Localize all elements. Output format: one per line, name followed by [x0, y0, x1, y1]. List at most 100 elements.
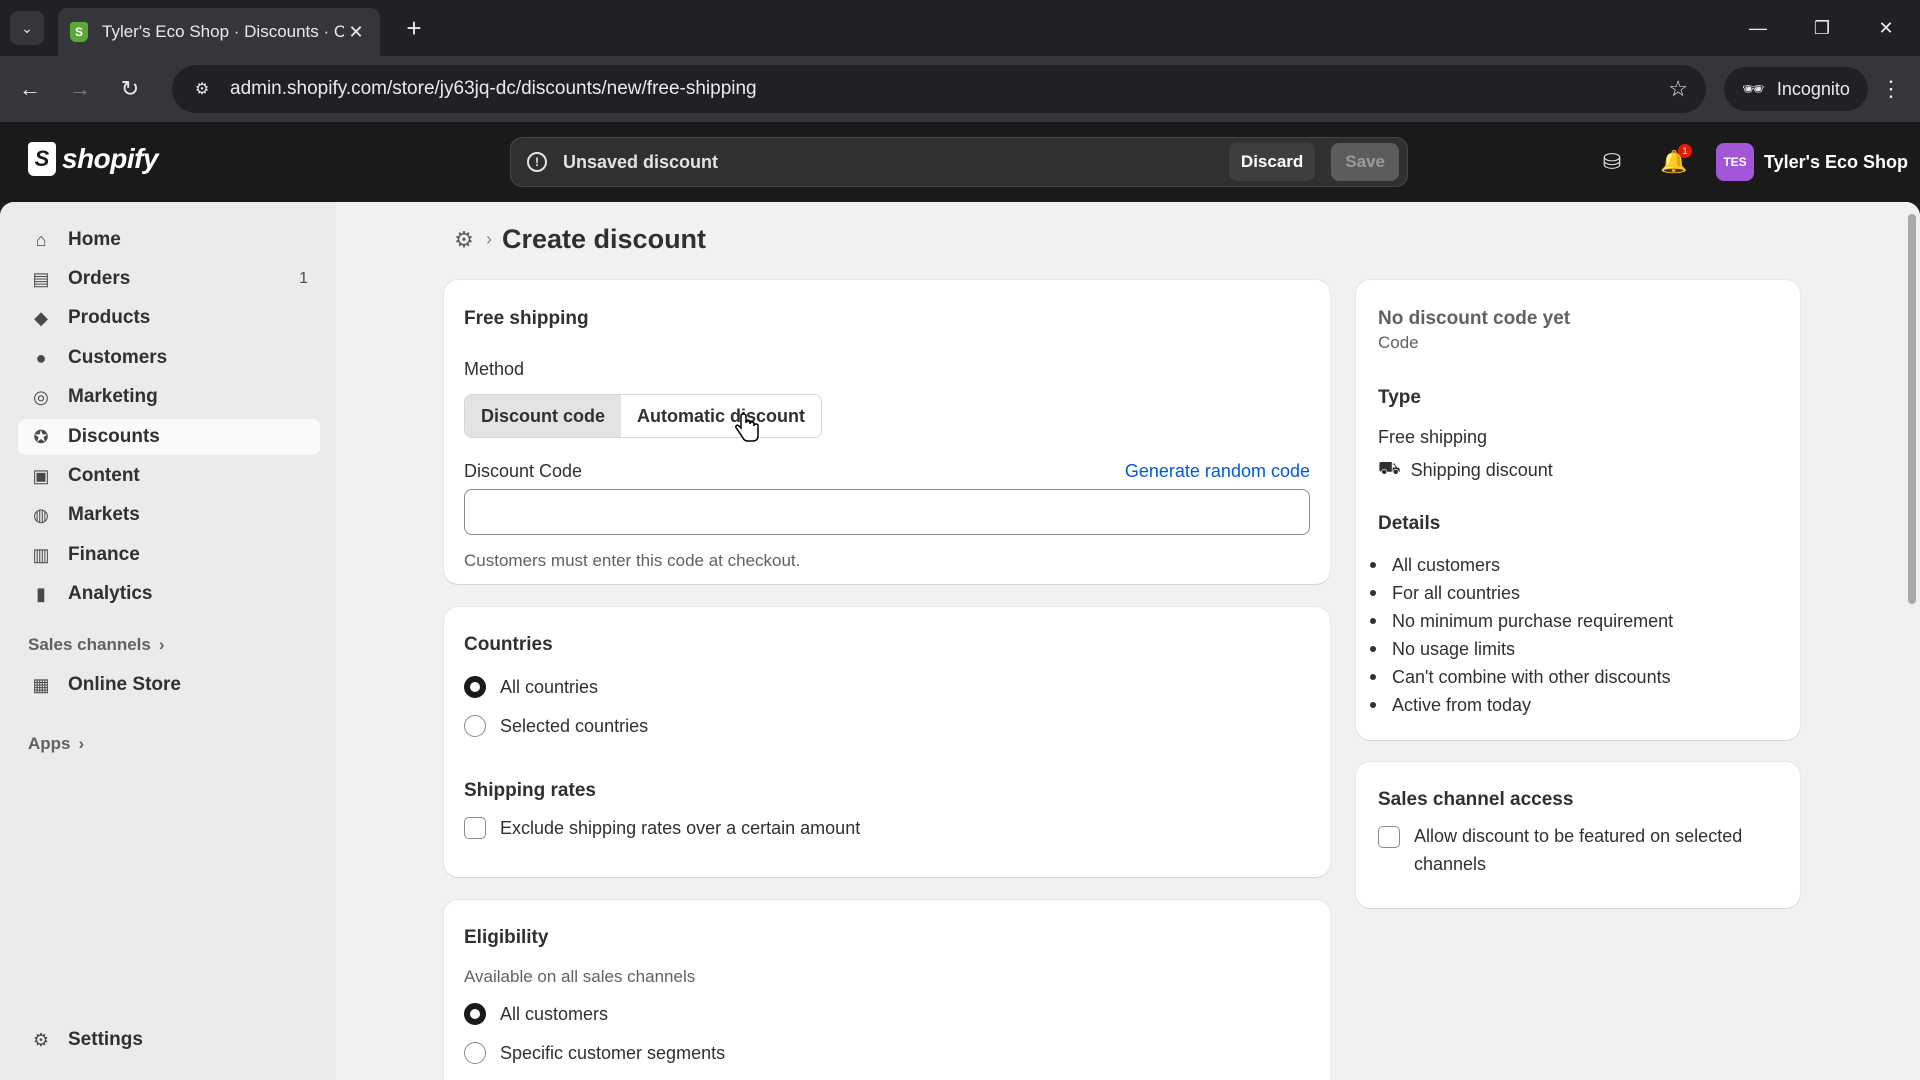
sidekick-icon[interactable]: ⛁	[1594, 144, 1630, 180]
tab-close-icon[interactable]: ✕	[344, 22, 368, 43]
exclude-shipping-rates-checkbox[interactable]	[464, 817, 486, 839]
minimize-icon[interactable]: —	[1736, 10, 1780, 46]
sidebar-item-finance[interactable]: ▥ Finance	[18, 537, 320, 573]
sidebar-item-analytics[interactable]: ▮ Analytics	[18, 576, 320, 612]
type-detail-row: ⛟ Shipping discount	[1378, 458, 1553, 482]
save-button[interactable]: Save	[1331, 143, 1399, 181]
details-title: Details	[1378, 513, 1441, 534]
sidebar-item-label: Customers	[68, 347, 168, 368]
all-countries-radio[interactable]	[464, 676, 486, 698]
eligibility-card: Eligibility Available on all sales chann…	[444, 900, 1330, 1080]
specific-segments-radio[interactable]	[464, 1042, 486, 1064]
sidebar-item-settings[interactable]: ⚙ Settings	[18, 1022, 320, 1058]
exclude-shipping-rates-row[interactable]: Exclude shipping rates over a certain am…	[464, 817, 860, 839]
sidebar-item-markets[interactable]: ◍ Markets	[18, 497, 320, 533]
summary-card: No discount code yet Code Type Free ship…	[1356, 280, 1800, 740]
code-subtitle: Code	[1378, 333, 1419, 352]
featured-channels-row[interactable]: Allow discount to be featured on selecte…	[1378, 825, 1742, 878]
globe-icon: ◍	[33, 504, 49, 525]
sidebar-item-marketing[interactable]: ◎ Marketing	[18, 379, 320, 415]
sidebar-item-customers[interactable]: ● Customers	[18, 340, 320, 376]
featured-channels-checkbox[interactable]	[1378, 826, 1400, 848]
restore-icon[interactable]: ❐	[1800, 10, 1844, 46]
all-countries-radio-row[interactable]: All countries	[464, 676, 598, 698]
sales-channel-access-title: Sales channel access	[1378, 789, 1574, 810]
sidebar-item-label: Online Store	[68, 674, 181, 695]
sidebar-item-label: Orders	[68, 268, 131, 289]
url-text[interactable]: admin.shopify.com/store/jy63jq-dc/discou…	[230, 78, 1668, 100]
avatar: TES	[1716, 143, 1754, 181]
card-title: Free shipping	[464, 308, 589, 329]
truck-icon: ⛟	[1378, 458, 1401, 478]
bookmark-star-icon[interactable]: ☆	[1668, 76, 1688, 102]
store-menu[interactable]: TES Tyler's Eco Shop	[1716, 143, 1908, 181]
selected-countries-radio-row[interactable]: Selected countries	[464, 715, 648, 737]
sidebar-item-orders[interactable]: ▤ Orders 1	[18, 261, 320, 297]
list-item: Active from today	[1392, 691, 1673, 719]
tab-search-icon[interactable]: ⌄	[10, 11, 44, 45]
sales-channels-label: Sales channels	[28, 635, 151, 654]
all-customers-radio-row[interactable]: All customers	[464, 1003, 608, 1025]
radio-label: Selected countries	[500, 715, 649, 736]
omnibox[interactable]: ⚙ admin.shopify.com/store/jy63jq-dc/disc…	[172, 65, 1706, 113]
shopify-logo[interactable]: S shopify	[28, 142, 159, 176]
shopify-bag-icon: S	[28, 142, 56, 176]
checkbox-label: Allow discount to be featured on selecte…	[1414, 822, 1742, 878]
reload-icon[interactable]: ↻	[112, 71, 148, 107]
apps-heading[interactable]: Apps ›	[28, 734, 84, 754]
sidebar-item-products[interactable]: ◆ Products	[18, 300, 320, 336]
contextual-save-bar: ! Unsaved discount Discard Save	[510, 137, 1408, 187]
target-icon: ◎	[33, 386, 49, 407]
sales-channel-access-card: Sales channel access Allow discount to b…	[1356, 762, 1800, 908]
checkbox-label-line-1: Allow discount to be featured on selecte…	[1414, 826, 1743, 846]
discount-code-option[interactable]: Discount code	[465, 395, 622, 437]
incognito-indicator[interactable]: 🕶 Incognito	[1724, 67, 1868, 111]
incognito-icon: 🕶	[1742, 78, 1765, 99]
all-customers-radio[interactable]	[464, 1003, 486, 1025]
sidebar: ⌂ Home ▤ Orders 1 ◆ Products ● Customers…	[0, 202, 336, 1080]
site-info-icon[interactable]: ⚙	[182, 79, 222, 99]
discount-code-input[interactable]	[464, 489, 1310, 535]
specific-segments-radio-row[interactable]: Specific customer segments	[464, 1042, 725, 1064]
scrollbar-thumb[interactable]	[1908, 214, 1916, 604]
list-item: No usage limits	[1392, 635, 1673, 663]
bank-icon: ▥	[32, 544, 50, 565]
sales-channels-heading[interactable]: Sales channels ›	[28, 635, 165, 655]
forward-icon[interactable]: →	[62, 71, 98, 107]
back-icon[interactable]: ←	[12, 71, 48, 107]
notifications-bell-icon[interactable]: 🔔 1	[1656, 144, 1692, 180]
type-value: Free shipping	[1378, 427, 1488, 447]
generate-random-code-link[interactable]: Generate random code	[1125, 461, 1310, 482]
shopify-top-bar: S shopify ! Unsaved discount Discard Sav…	[0, 122, 1920, 202]
sidebar-item-label: Settings	[68, 1029, 143, 1050]
hand-pointer-icon	[735, 413, 759, 442]
browser-menu-icon[interactable]: ⋮	[1876, 71, 1906, 107]
new-tab-icon[interactable]: +	[398, 12, 430, 44]
discard-button[interactable]: Discard	[1228, 143, 1316, 181]
type-detail: Shipping discount	[1410, 459, 1553, 480]
browser-address-bar: ← → ↻ ⚙ admin.shopify.com/store/jy63jq-d…	[0, 56, 1920, 122]
gear-icon: ⚙	[32, 1029, 50, 1050]
sidebar-item-discounts[interactable]: ✪ Discounts	[18, 419, 320, 455]
radio-label: All countries	[500, 676, 599, 697]
breadcrumb-separator: ›	[486, 229, 492, 249]
discount-code-label: Discount Code	[464, 461, 583, 481]
discount-icon[interactable]: ⚙	[452, 227, 476, 252]
list-item: Can't combine with other discounts	[1392, 663, 1673, 691]
selected-countries-radio[interactable]	[464, 715, 486, 737]
eligibility-subtitle: Available on all sales channels	[464, 967, 696, 986]
sidebar-item-home[interactable]: ⌂ Home	[18, 222, 320, 258]
sidebar-item-label: Discounts	[68, 426, 160, 447]
automatic-discount-option[interactable]: Automatic discount	[621, 395, 822, 437]
sidebar-item-online-store[interactable]: ▦ Online Store	[18, 667, 320, 703]
sidebar-item-content[interactable]: ▣ Content	[18, 458, 320, 494]
browser-tab[interactable]: S Tyler's Eco Shop · Discounts · C ✕	[58, 8, 380, 56]
close-window-icon[interactable]: ✕	[1864, 10, 1908, 46]
sidebar-item-label: Finance	[68, 544, 140, 565]
page-scrollbar[interactable]	[1904, 202, 1920, 1080]
checkbox-label-line-2: channels	[1414, 854, 1487, 874]
chevron-right-icon: ›	[158, 635, 165, 654]
tab-title: Tyler's Eco Shop · Discounts · C	[102, 22, 344, 41]
countries-card: Countries All countries Selected countri…	[444, 607, 1330, 877]
sidebar-item-label: Content	[68, 465, 140, 486]
